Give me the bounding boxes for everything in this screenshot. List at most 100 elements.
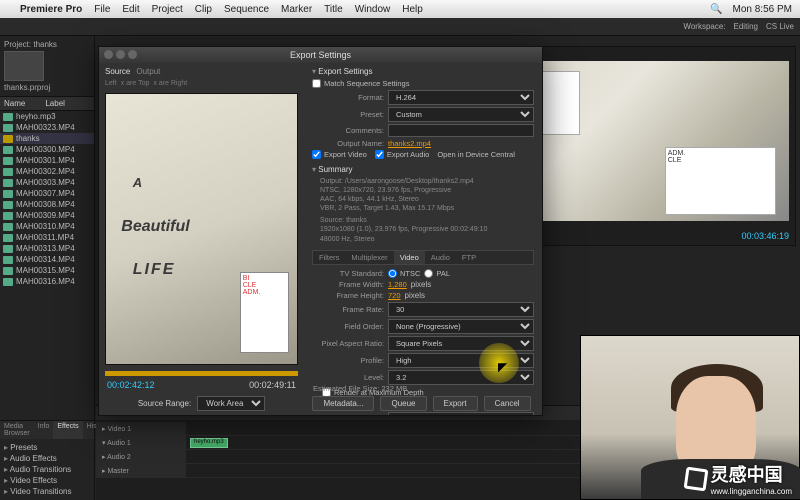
- menu-file[interactable]: File: [94, 4, 110, 15]
- app-menu[interactable]: Premiere Pro: [20, 4, 82, 15]
- menu-marker[interactable]: Marker: [281, 4, 312, 15]
- source-range-select[interactable]: Work Area: [197, 396, 265, 411]
- tab-ftp[interactable]: FTP: [456, 251, 482, 264]
- field-order-select[interactable]: None (Progressive): [388, 319, 534, 334]
- spotlight-icon[interactable]: 🔍: [710, 4, 722, 15]
- preview-in-tc[interactable]: 00:02:42:12: [107, 380, 155, 390]
- frame-rate-select[interactable]: 30: [388, 302, 534, 317]
- bin-item[interactable]: MAH00316.MP4: [0, 276, 94, 287]
- menu-edit[interactable]: Edit: [122, 4, 139, 15]
- par-select[interactable]: Square Pixels: [388, 336, 534, 351]
- bin-item[interactable]: MAH00311.MP4: [0, 232, 94, 243]
- estimated-file-size: Estimated File Size: 232 MB: [313, 384, 407, 393]
- tab-info[interactable]: Info: [34, 421, 54, 439]
- open-device-central[interactable]: Open in Device Central: [437, 150, 515, 159]
- frame-width-value[interactable]: 1,280: [388, 280, 407, 289]
- effects-folder[interactable]: Video Transitions: [2, 486, 92, 497]
- bin-item[interactable]: MAH00301.MP4: [0, 155, 94, 166]
- menu-help[interactable]: Help: [402, 4, 423, 15]
- col-name[interactable]: Name: [4, 99, 25, 108]
- match-sequence-checkbox[interactable]: [312, 79, 321, 88]
- export-video-checkbox[interactable]: [312, 150, 321, 159]
- project-thumbnail[interactable]: [4, 51, 44, 81]
- export-audio-checkbox[interactable]: [375, 150, 384, 159]
- export-button[interactable]: Export: [433, 396, 478, 411]
- menu-window[interactable]: Window: [355, 4, 391, 15]
- bin-item[interactable]: MAH00300.MP4: [0, 144, 94, 155]
- menubar-clock: Mon 8:56 PM: [733, 4, 792, 15]
- workspace-selector[interactable]: Editing: [734, 22, 758, 31]
- tvstd-pal-radio[interactable]: [424, 269, 433, 278]
- cs-live-button[interactable]: CS Live: [766, 22, 794, 31]
- bin-item[interactable]: heyho.mp3: [0, 111, 94, 122]
- bin-item[interactable]: MAH00308.MP4: [0, 199, 94, 210]
- encoder-tabs: Filters Multiplexer Video Audio FTP: [312, 250, 534, 265]
- profile-select[interactable]: High: [388, 353, 534, 368]
- bin-item[interactable]: MAH00323.MP4: [0, 122, 94, 133]
- section-summary[interactable]: Summary: [312, 165, 534, 174]
- clip-icon: [3, 168, 13, 176]
- output-name-link[interactable]: thanks2.mp4: [388, 139, 431, 148]
- clip-icon: [3, 113, 13, 121]
- export-preview[interactable]: A Beautiful LIFE BICLEADM.: [105, 93, 298, 365]
- watermark-logo-icon: [683, 466, 708, 491]
- cursor-icon: ◤: [498, 360, 507, 374]
- clip-icon: [3, 135, 13, 143]
- clip-icon: [3, 190, 13, 198]
- menu-title[interactable]: Title: [324, 4, 343, 15]
- tab-filters[interactable]: Filters: [313, 251, 345, 264]
- col-label[interactable]: Label: [45, 99, 65, 108]
- bitrate-encoding-select[interactable]: VBR, 2 Pass: [388, 412, 534, 415]
- effects-folder[interactable]: Presets: [2, 442, 92, 453]
- close-icon[interactable]: [104, 50, 113, 59]
- menu-clip[interactable]: Clip: [195, 4, 212, 15]
- tab-video[interactable]: Video: [394, 251, 425, 264]
- section-export-settings[interactable]: Export Settings: [312, 67, 534, 76]
- bin-item[interactable]: MAH00307.MP4: [0, 188, 94, 199]
- level-select[interactable]: 3.2: [388, 370, 534, 385]
- bin-item[interactable]: MAH00302.MP4: [0, 166, 94, 177]
- export-preview-pane: Source Output Leftx are Topx are Right A…: [99, 47, 304, 415]
- mac-menubar: Premiere Pro File Edit Project Clip Sequ…: [0, 0, 800, 18]
- preset-select[interactable]: Custom: [388, 107, 534, 122]
- tab-effects[interactable]: Effects: [53, 421, 82, 439]
- bin-item[interactable]: MAH00313.MP4: [0, 243, 94, 254]
- tab-output[interactable]: Output: [136, 67, 160, 76]
- tab-source[interactable]: Source: [105, 67, 130, 76]
- crop-toolbar[interactable]: Leftx are Topx are Right: [99, 78, 304, 89]
- menu-sequence[interactable]: Sequence: [224, 4, 269, 15]
- menu-project[interactable]: Project: [152, 4, 183, 15]
- bin-item[interactable]: MAH00315.MP4: [0, 265, 94, 276]
- bin-item[interactable]: MAH00303.MP4: [0, 177, 94, 188]
- comments-input[interactable]: [388, 124, 534, 137]
- frame-height-value[interactable]: 720: [388, 291, 401, 300]
- clip-icon: [3, 256, 13, 264]
- metadata-button[interactable]: Metadata...: [312, 396, 374, 411]
- window-controls[interactable]: [104, 50, 137, 59]
- preview-text: A: [133, 175, 142, 190]
- preview-scrubber[interactable]: [105, 371, 298, 376]
- bin-list[interactable]: heyho.mp3MAH00323.MP4thanksMAH00300.MP4M…: [0, 111, 94, 420]
- effects-folder[interactable]: Audio Effects: [2, 453, 92, 464]
- effects-folder[interactable]: Video Effects: [2, 475, 92, 486]
- bin-item[interactable]: MAH00314.MP4: [0, 254, 94, 265]
- project-panel-title: Project: thanks: [4, 40, 90, 51]
- tvstd-ntsc-radio[interactable]: [388, 269, 397, 278]
- preview-out-tc[interactable]: 00:02:49:11: [249, 380, 296, 390]
- cancel-button[interactable]: Cancel: [484, 396, 531, 411]
- zoom-icon[interactable]: [128, 50, 137, 59]
- source-range-label: Source Range:: [138, 399, 191, 408]
- effects-folder[interactable]: Audio Transitions: [2, 464, 92, 475]
- minimize-icon[interactable]: [116, 50, 125, 59]
- format-select[interactable]: H.264: [388, 90, 534, 105]
- bin-item[interactable]: thanks: [0, 133, 94, 144]
- effects-tree[interactable]: PresetsAudio EffectsAudio TransitionsVid…: [0, 439, 94, 500]
- bin-item[interactable]: MAH00310.MP4: [0, 221, 94, 232]
- tab-audio[interactable]: Audio: [425, 251, 456, 264]
- queue-button[interactable]: Queue: [380, 396, 426, 411]
- bin-item[interactable]: MAH00309.MP4: [0, 210, 94, 221]
- tab-media-browser[interactable]: Media Browser: [0, 421, 34, 439]
- workspace-label: Workspace:: [683, 22, 725, 31]
- tab-multiplexer[interactable]: Multiplexer: [345, 251, 393, 264]
- dialog-title: Export Settings: [99, 47, 542, 63]
